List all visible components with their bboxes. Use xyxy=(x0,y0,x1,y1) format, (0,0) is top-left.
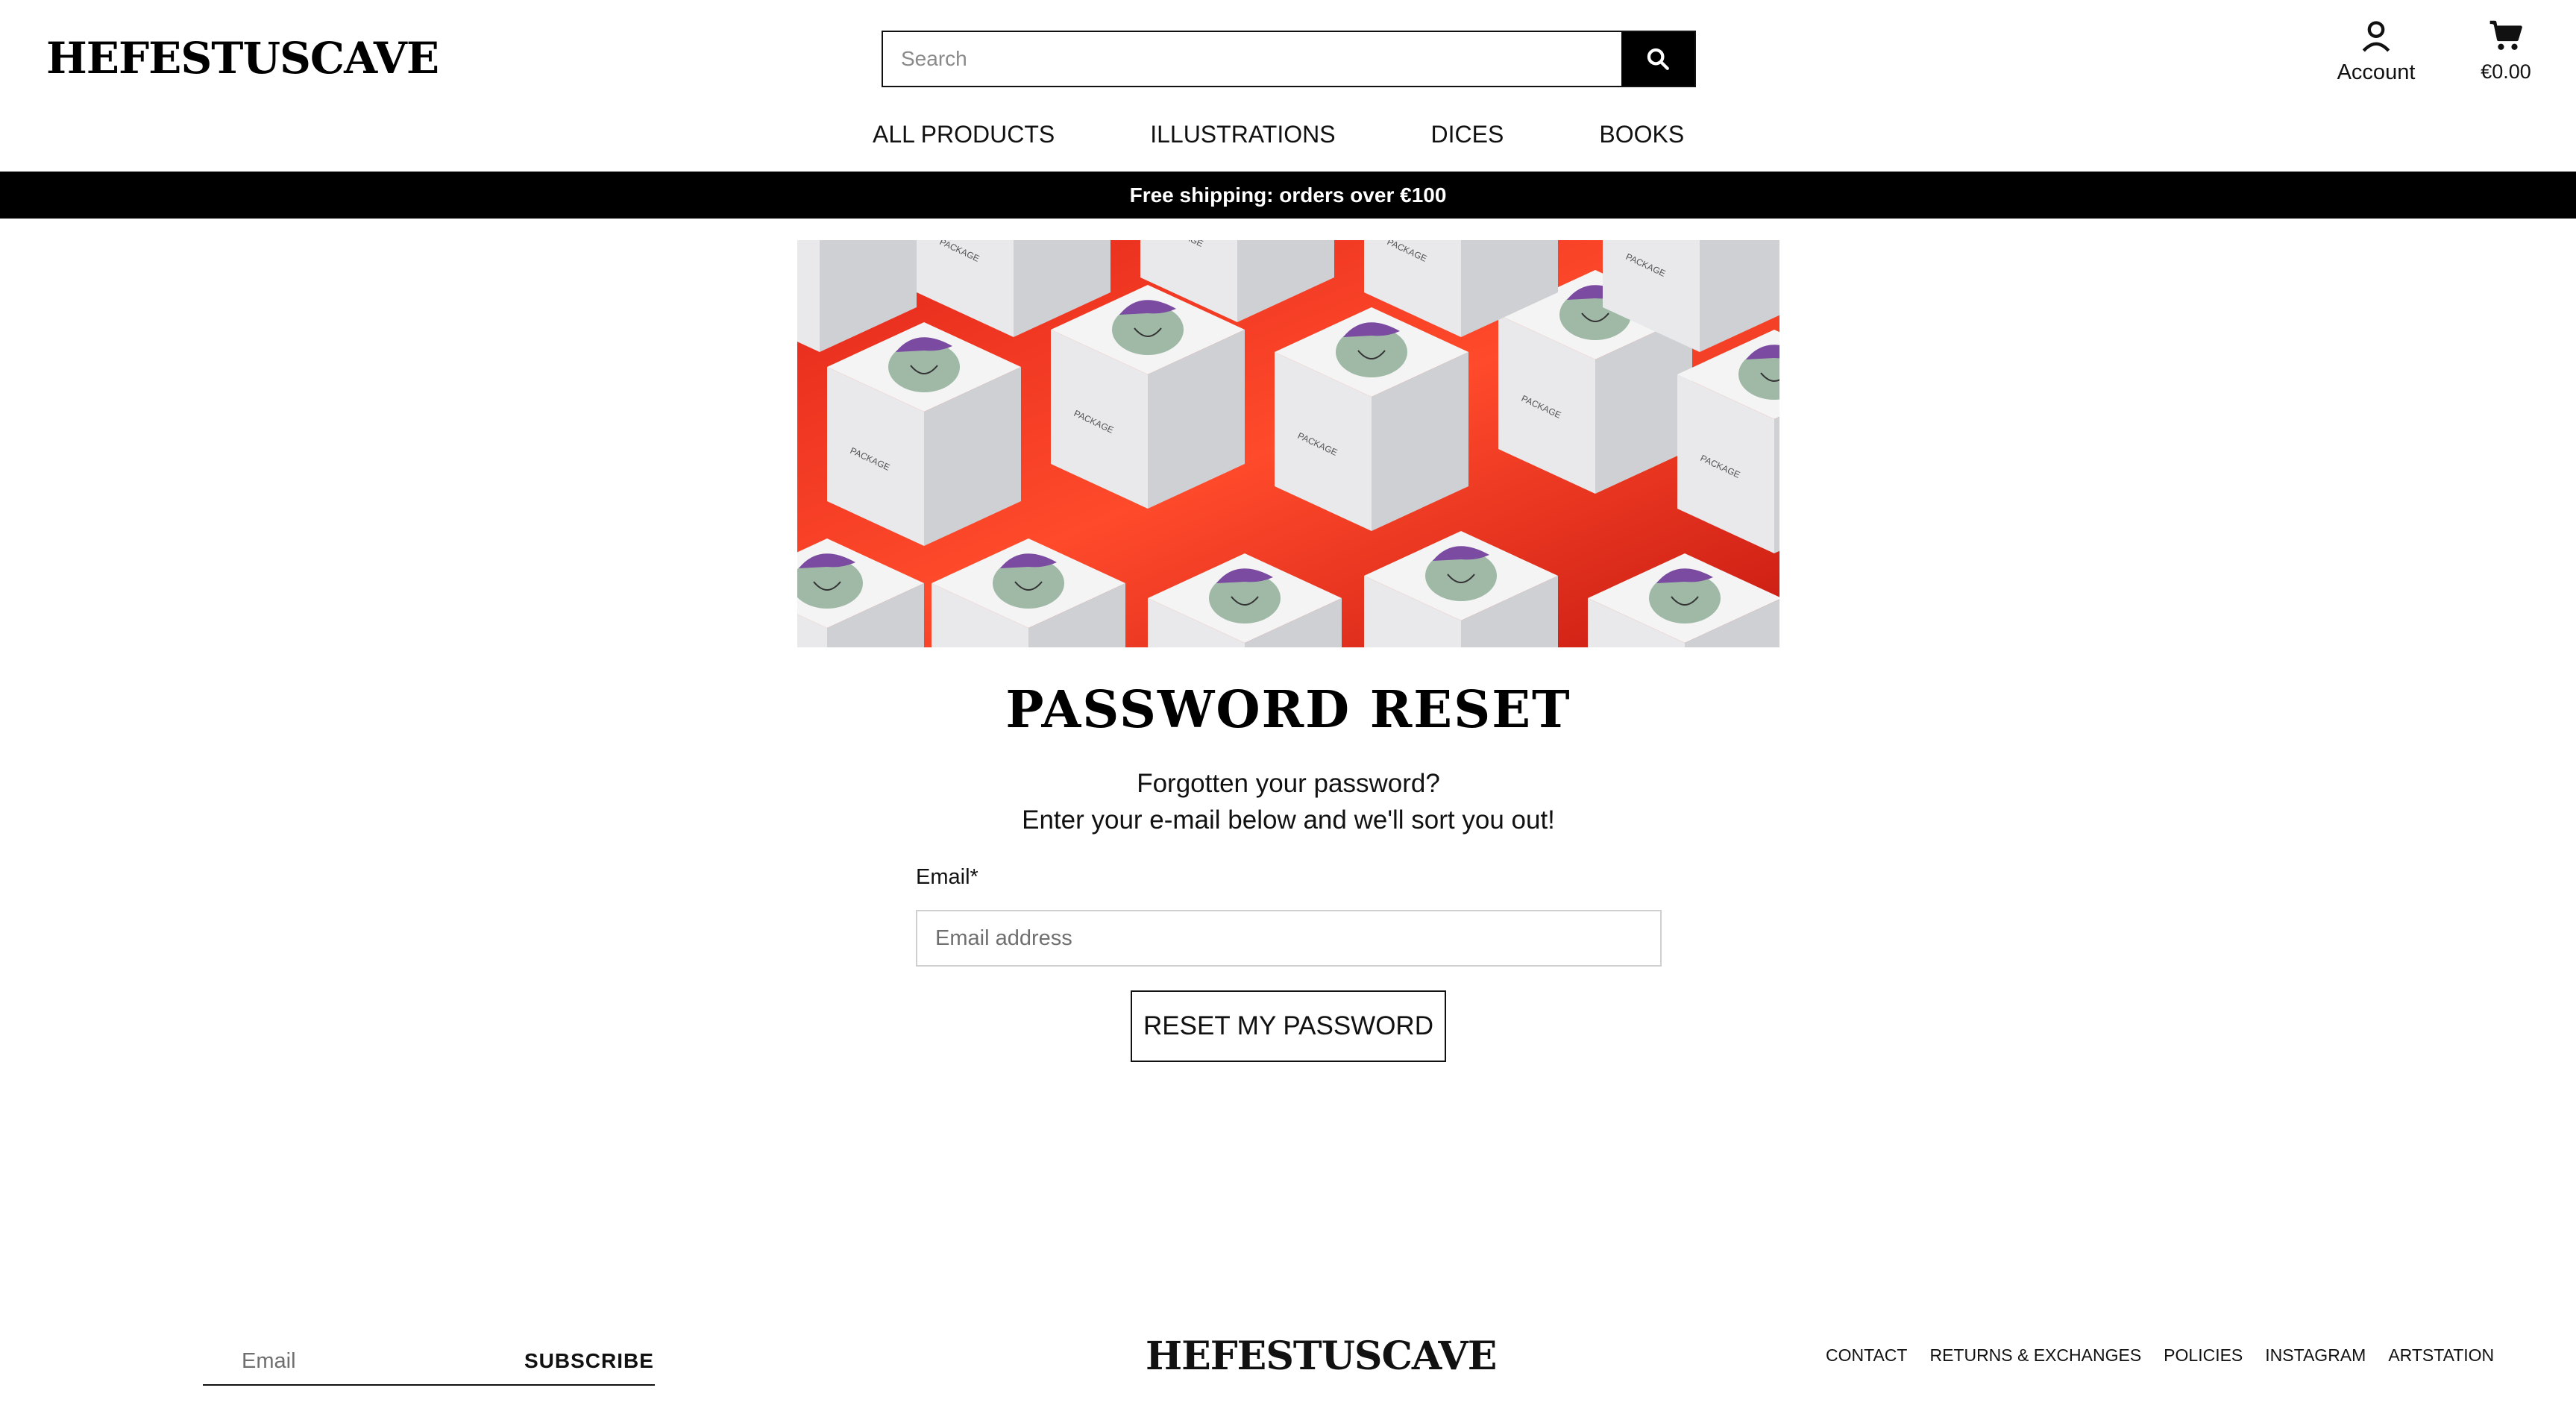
subtitle-line-1: Forgotten your password? xyxy=(1137,769,1440,798)
nav-item-illustrations[interactable]: ILLUSTRATIONS xyxy=(1150,121,1335,148)
newsletter-email-input[interactable] xyxy=(203,1348,524,1375)
page-subtitle: Forgotten your password? Enter your e-ma… xyxy=(797,765,1779,838)
footer-link-artstation[interactable]: ARTSTATION xyxy=(2388,1345,2494,1366)
site-logo[interactable]: HEFESTUSCAVE xyxy=(46,36,439,81)
footer-link-instagram[interactable]: INSTAGRAM xyxy=(2265,1345,2366,1366)
nav-item-books[interactable]: BOOKS xyxy=(1599,121,1684,148)
subscribe-button[interactable]: SUBSCRIBE xyxy=(524,1349,654,1373)
shipping-banner-text: Free shipping: orders over €100 xyxy=(1129,183,1447,207)
cart-icon xyxy=(2489,20,2522,50)
footer-links: CONTACT RETURNS & EXCHANGES POLICIES INS… xyxy=(1826,1345,2494,1366)
email-field-label: Email* xyxy=(916,865,978,889)
page-title: PASSWORD RESET xyxy=(1005,680,1571,740)
account-label: Account xyxy=(2337,60,2416,84)
newsletter-form: SUBSCRIBE xyxy=(203,1338,655,1386)
subtitle-line-2: Enter your e-mail below and we'll sort y… xyxy=(1022,805,1555,835)
cart-amount: €0.00 xyxy=(2481,60,2531,83)
footer-link-contact[interactable]: CONTACT xyxy=(1826,1345,1907,1366)
nav-item-dices[interactable]: DICES xyxy=(1431,121,1504,148)
footer-logo[interactable]: HEFESTUSCAVE xyxy=(1146,1333,1497,1380)
search-input[interactable] xyxy=(883,32,1621,86)
user-icon xyxy=(2362,21,2390,52)
hero-illustration: PACKAGE xyxy=(797,240,1779,647)
cart-link[interactable]: €0.00 xyxy=(2461,19,2551,84)
email-field[interactable] xyxy=(916,910,1662,967)
reset-password-button[interactable]: RESET MY PASSWORD xyxy=(1131,990,1446,1062)
nav-item-all-products[interactable]: ALL PRODUCTS xyxy=(873,121,1055,148)
main-nav: ALL PRODUCTS ILLUSTRATIONS DICES BOOKS xyxy=(873,121,1684,148)
hero-image: PACKAGE xyxy=(797,240,1779,647)
shipping-banner: Free shipping: orders over €100 xyxy=(0,172,2576,219)
search-bar xyxy=(882,31,1696,87)
search-button[interactable] xyxy=(1621,32,1694,86)
footer-link-returns[interactable]: RETURNS & EXCHANGES xyxy=(1929,1345,2141,1366)
account-link[interactable]: Account xyxy=(2316,19,2436,85)
search-icon xyxy=(1647,48,1669,70)
footer-link-policies[interactable]: POLICIES xyxy=(2164,1345,2243,1366)
